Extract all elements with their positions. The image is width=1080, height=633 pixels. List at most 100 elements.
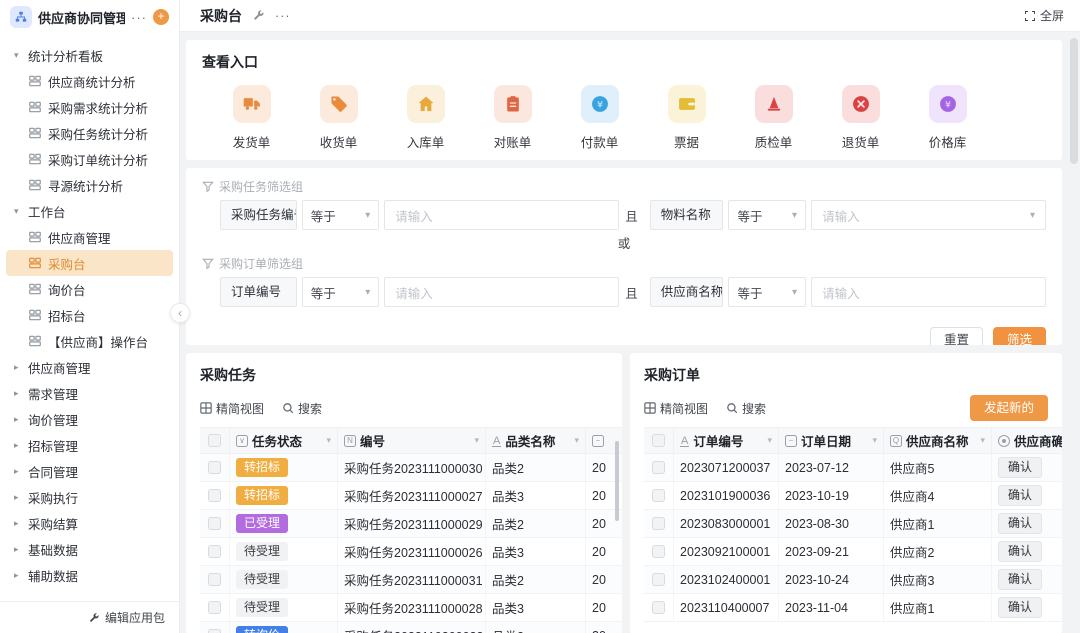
entry-quality-check-note[interactable]: 质检单: [730, 85, 817, 151]
sidebar-item[interactable]: 供应商统计分析: [6, 68, 173, 94]
order-table-row[interactable]: 2023083000001 2023-08-30 供应商1 确认: [644, 510, 1062, 538]
order-value-input[interactable]: 请输入: [384, 277, 619, 307]
row-checkbox[interactable]: [644, 454, 674, 481]
task-table-row[interactable]: 已受理 采购任务2023111000029 品类2 20: [200, 510, 622, 538]
nav-group-collapsed[interactable]: ▸ 询价管理: [6, 406, 173, 432]
nav-group-collapsed[interactable]: ▸ 供应商管理: [6, 354, 173, 380]
column-header-order-no[interactable]: A订单编号▾: [674, 428, 779, 453]
order-operator-select[interactable]: 等于▾: [302, 277, 380, 307]
sidebar-item-procurement-desk-active[interactable]: 采购台: [6, 250, 173, 276]
nav-group-collapsed[interactable]: ▸ 辅助数据: [6, 562, 173, 588]
confirm-button[interactable]: 确认: [998, 513, 1042, 534]
sidebar-collapse-button[interactable]: ‹: [170, 303, 190, 323]
compact-view-button[interactable]: 精简视图: [644, 400, 708, 417]
sidebar-more-button[interactable]: ···: [131, 10, 147, 25]
row-checkbox[interactable]: [200, 594, 230, 621]
row-checkbox[interactable]: [644, 566, 674, 593]
row-checkbox[interactable]: [644, 510, 674, 537]
column-header-code[interactable]: N编号▾: [338, 428, 486, 453]
order-table-row[interactable]: 2023102400001 2023-10-24 供应商3 确认: [644, 566, 1062, 594]
order-table-row[interactable]: 2023071200037 2023-07-12 供应商5 确认: [644, 454, 1062, 482]
initiate-new-button[interactable]: 发起新的: [970, 395, 1048, 421]
sidebar-item-supplier-ops-desk[interactable]: 【供应商】操作台: [6, 328, 173, 354]
confirm-button[interactable]: 确认: [998, 457, 1042, 478]
order-field-selector[interactable]: 订单编号: [220, 277, 297, 307]
row-checkbox[interactable]: [200, 454, 230, 481]
supplier-field-selector[interactable]: 供应商名称: [650, 277, 724, 307]
column-header-date-clipped[interactable]: −: [586, 428, 614, 453]
task-table-row[interactable]: 转招标 采购任务2023111000030 品类2 20: [200, 454, 622, 482]
row-checkbox[interactable]: [200, 482, 230, 509]
task-value-input[interactable]: 请输入: [384, 200, 619, 230]
sidebar-item[interactable]: 采购订单统计分析: [6, 146, 173, 172]
nav-group-collapsed[interactable]: ▸ 采购结算: [6, 510, 173, 536]
entry-price-library[interactable]: ¥ 价格库: [904, 85, 991, 151]
row-checkbox[interactable]: [644, 594, 674, 621]
nav-group-collapsed[interactable]: ▸ 基础数据: [6, 536, 173, 562]
task-table-row[interactable]: 待受理 采购任务2023111000026 品类3 20: [200, 538, 622, 566]
sidebar-item[interactable]: 采购任务统计分析: [6, 120, 173, 146]
entry-statement[interactable]: 对账单: [469, 85, 556, 151]
fullscreen-button[interactable]: 全屏: [1024, 7, 1064, 24]
task-field-selector[interactable]: 采购任务编号: [220, 200, 297, 230]
entry-invoice[interactable]: 票据: [643, 85, 730, 151]
entry-warehouse-in-note[interactable]: 入库单: [382, 85, 469, 151]
search-button[interactable]: 搜索: [282, 400, 322, 417]
add-app-button[interactable]: +: [153, 9, 169, 25]
material-operator-select[interactable]: 等于▾: [728, 200, 806, 230]
edit-page-button[interactable]: [252, 9, 265, 22]
select-all-checkbox[interactable]: [200, 428, 230, 453]
nav-group-stats[interactable]: ▾ 统计分析看板: [6, 42, 173, 68]
column-header-task-status[interactable]: ∨任务状态▾: [230, 428, 338, 453]
row-checkbox[interactable]: [200, 538, 230, 565]
column-header-supplier-name[interactable]: Q供应商名称▾: [884, 428, 992, 453]
nav-group-collapsed[interactable]: ▸ 采购执行: [6, 484, 173, 510]
task-operator-select[interactable]: 等于▾: [302, 200, 380, 230]
sidebar-item-bidding-desk[interactable]: 招标台: [6, 302, 173, 328]
material-field-selector[interactable]: 物料名称: [650, 200, 724, 230]
row-checkbox[interactable]: [200, 622, 230, 633]
compact-view-button[interactable]: 精简视图: [200, 400, 264, 417]
entry-return-note[interactable]: 退货单: [817, 85, 904, 151]
supplier-value-input[interactable]: 请输入: [811, 277, 1046, 307]
confirm-button[interactable]: 确认: [998, 597, 1042, 618]
row-checkbox[interactable]: [200, 510, 230, 537]
order-table-row[interactable]: 2023092100001 2023-09-21 供应商2 确认: [644, 538, 1062, 566]
nav-group-workbench[interactable]: ▾ 工作台: [6, 198, 173, 224]
order-table-row[interactable]: 2023101900036 2023-10-19 供应商4 确认: [644, 482, 1062, 510]
filter-button[interactable]: 筛选: [993, 327, 1046, 345]
select-all-checkbox[interactable]: [644, 428, 674, 453]
topbar-more-button[interactable]: ···: [275, 9, 291, 23]
search-button[interactable]: 搜索: [726, 400, 766, 417]
confirm-button[interactable]: 确认: [998, 569, 1042, 590]
row-checkbox[interactable]: [644, 482, 674, 509]
reset-button[interactable]: 重置: [930, 327, 983, 345]
entry-shipment-note[interactable]: 发货单: [208, 85, 295, 151]
sidebar-item[interactable]: 寻源统计分析: [6, 172, 173, 198]
task-table-row[interactable]: 待受理 采购任务2023111000028 品类3 20: [200, 594, 622, 622]
nav-group-collapsed[interactable]: ▸ 需求管理: [6, 380, 173, 406]
order-table-row[interactable]: 2023110400007 2023-11-04 供应商1 确认: [644, 594, 1062, 622]
sidebar-item[interactable]: 采购需求统计分析: [6, 94, 173, 120]
row-checkbox[interactable]: [200, 566, 230, 593]
row-checkbox[interactable]: [644, 538, 674, 565]
material-value-select[interactable]: 请输入▾: [811, 200, 1046, 230]
supplier-operator-select[interactable]: 等于▾: [728, 277, 806, 307]
column-header-supplier-confirm[interactable]: 供应商确认: [992, 428, 1062, 453]
table-vertical-scrollbar[interactable]: [615, 441, 619, 521]
task-table-row[interactable]: 待受理 采购任务2023111000031 品类2 20: [200, 566, 622, 594]
edit-app-package-button[interactable]: 编辑应用包: [0, 601, 179, 633]
task-table-row[interactable]: 转询价 采购任务2023110200023 品类2 20: [200, 622, 622, 633]
column-header-category[interactable]: A品类名称▾: [486, 428, 586, 453]
task-table-row[interactable]: 转招标 采购任务2023111000027 品类3 20: [200, 482, 622, 510]
sidebar-item-supplier-mgmt[interactable]: 供应商管理: [6, 224, 173, 250]
entry-payment-note[interactable]: ¥ 付款单: [556, 85, 643, 151]
nav-group-collapsed[interactable]: ▸ 合同管理: [6, 458, 173, 484]
column-header-order-date[interactable]: −订单日期▾: [779, 428, 884, 453]
sidebar-item-inquiry-desk[interactable]: 询价台: [6, 276, 173, 302]
entry-receipt-note[interactable]: 收货单: [295, 85, 382, 151]
confirm-button[interactable]: 确认: [998, 541, 1042, 562]
scrollbar-thumb[interactable]: [1070, 38, 1078, 164]
nav-group-collapsed[interactable]: ▸ 招标管理: [6, 432, 173, 458]
confirm-button[interactable]: 确认: [998, 485, 1042, 506]
